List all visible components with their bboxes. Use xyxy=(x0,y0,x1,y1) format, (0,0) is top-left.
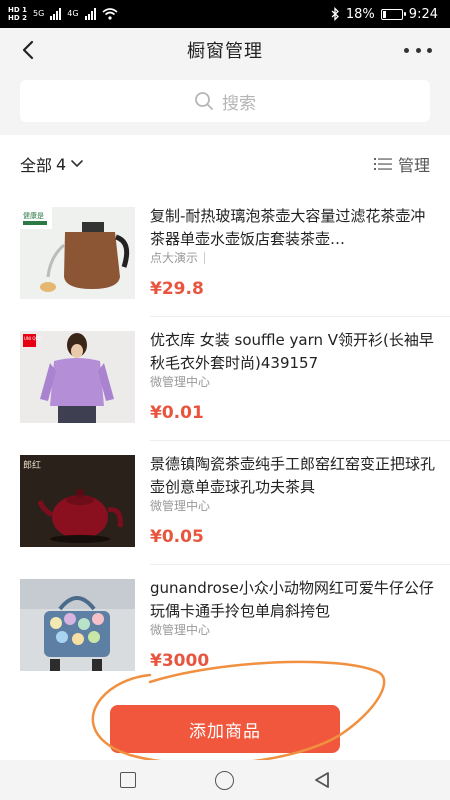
status-bar: HD 1 HD 2 5G 4G 18% 9:24 xyxy=(0,0,450,28)
hd1-label: HD 1 xyxy=(8,5,27,14)
product-list: 健康是 复制-耐热玻璃泡茶壶大容量过滤花茶壶冲茶器单壶水壶饭店套装茶壶… 点大演… xyxy=(0,193,450,698)
battery-percent: 18% xyxy=(345,6,375,22)
product-price: ¥29.8 xyxy=(150,279,204,299)
manage-label: 管理 xyxy=(397,156,430,175)
more-dot xyxy=(404,47,409,53)
chevron-left-icon xyxy=(22,40,34,60)
shop-name: 微管理中心 xyxy=(150,623,211,637)
product-title: 景德镇陶瓷茶壶纯手工郎窑红窑变正把球孔壶创意单壶球孔功夫茶具 xyxy=(150,455,435,496)
chevron-down-icon xyxy=(71,160,84,168)
status-left: HD 1 HD 2 5G 4G xyxy=(8,5,118,22)
more-dot xyxy=(427,47,432,53)
product-price: ¥0.01 xyxy=(150,403,204,423)
product-item[interactable]: gunandrose小众小动物网红可爱牛仔公仔玩偶卡通手拎包单肩斜挎包 微管理中… xyxy=(0,565,450,689)
nav-bar: 橱窗管理 xyxy=(0,28,450,72)
wifi-icon xyxy=(102,8,118,20)
filter-label: 全部 xyxy=(20,156,53,175)
thumb-text: UNI QLO xyxy=(24,336,41,341)
net1-label: 5G xyxy=(32,9,45,18)
product-shop: 微管理中心 xyxy=(150,373,210,390)
list-icon xyxy=(373,158,392,170)
product-price: ¥3000 xyxy=(150,651,210,671)
filter-bar: 全部 4 管理 xyxy=(0,135,450,193)
back-icon[interactable] xyxy=(313,771,331,789)
thumb-text: 健康是 xyxy=(23,211,44,220)
battery-level xyxy=(382,10,387,18)
product-item[interactable]: 郎红 景德镇陶瓷茶壶纯手工郎窑红窑变正把球孔壶创意单壶球孔功夫茶具 微管理中心 … xyxy=(0,441,450,565)
product-title: 优衣库 女装 souffle yarn V领开衫(长袖早秋毛衣外套时尚)4391… xyxy=(150,331,434,372)
product-thumbnail xyxy=(20,579,135,671)
system-nav-bar xyxy=(0,760,450,800)
signal-1-icon xyxy=(50,8,62,20)
shop-name: 微管理中心 xyxy=(150,499,211,513)
add-product-button[interactable]: 添加商品 xyxy=(110,705,340,753)
status-right: 18% 9:24 xyxy=(331,7,438,22)
filter-count: 4 xyxy=(56,154,67,174)
recent-apps-icon[interactable] xyxy=(119,772,136,788)
search-icon xyxy=(195,92,213,110)
signal-2-icon xyxy=(84,8,96,20)
thumb-text: 郎红 xyxy=(23,459,41,471)
manage-button[interactable]: 管理 xyxy=(373,152,430,176)
net2-label: 4G xyxy=(67,9,79,18)
product-shop: 点大演示 xyxy=(150,249,206,266)
product-item[interactable]: 健康是 复制-耐热玻璃泡茶壶大容量过滤花茶壶冲茶器单壶水壶饭店套装茶壶… 点大演… xyxy=(0,193,450,317)
product-title: gunandrose小众小动物网红可爱牛仔公仔玩偶卡通手拎包单肩斜挎包 xyxy=(150,579,434,620)
product-thumbnail: UNI QLO xyxy=(20,331,135,423)
product-shop: 微管理中心 xyxy=(150,497,210,514)
product-shop: 微管理中心 xyxy=(150,621,210,638)
back-button[interactable] xyxy=(14,36,42,64)
page-title: 橱窗管理 xyxy=(187,41,263,62)
shop-name: 微管理中心 xyxy=(150,375,211,389)
product-title: 复制-耐热玻璃泡茶壶大容量过滤花茶壶冲茶器单壶水壶饭店套装茶壶… xyxy=(150,207,426,248)
clock: 9:24 xyxy=(408,6,438,22)
search-input[interactable]: 搜索 xyxy=(20,80,430,122)
home-icon[interactable] xyxy=(214,770,234,790)
product-price: ¥0.05 xyxy=(150,527,204,547)
product-thumbnail: 健康是 xyxy=(20,207,135,299)
bottom-bar: 添加商品 xyxy=(0,698,450,760)
product-item[interactable]: UNI QLO 优衣库 女装 souffle yarn V领开衫(长袖早秋毛衣外… xyxy=(0,317,450,441)
hd2-label: HD 2 xyxy=(8,13,27,22)
category-dropdown[interactable]: 全部 4 xyxy=(20,152,84,176)
more-dot xyxy=(415,47,421,53)
battery-icon xyxy=(380,8,406,20)
shop-divider xyxy=(204,251,206,264)
product-thumbnail: 郎红 xyxy=(20,455,135,547)
shop-name: 点大演示 xyxy=(150,251,199,265)
hd-indicators: HD 1 HD 2 xyxy=(8,5,27,22)
search-placeholder: 搜索 xyxy=(222,93,256,114)
bluetooth-icon xyxy=(331,7,339,21)
more-button[interactable] xyxy=(404,38,432,62)
